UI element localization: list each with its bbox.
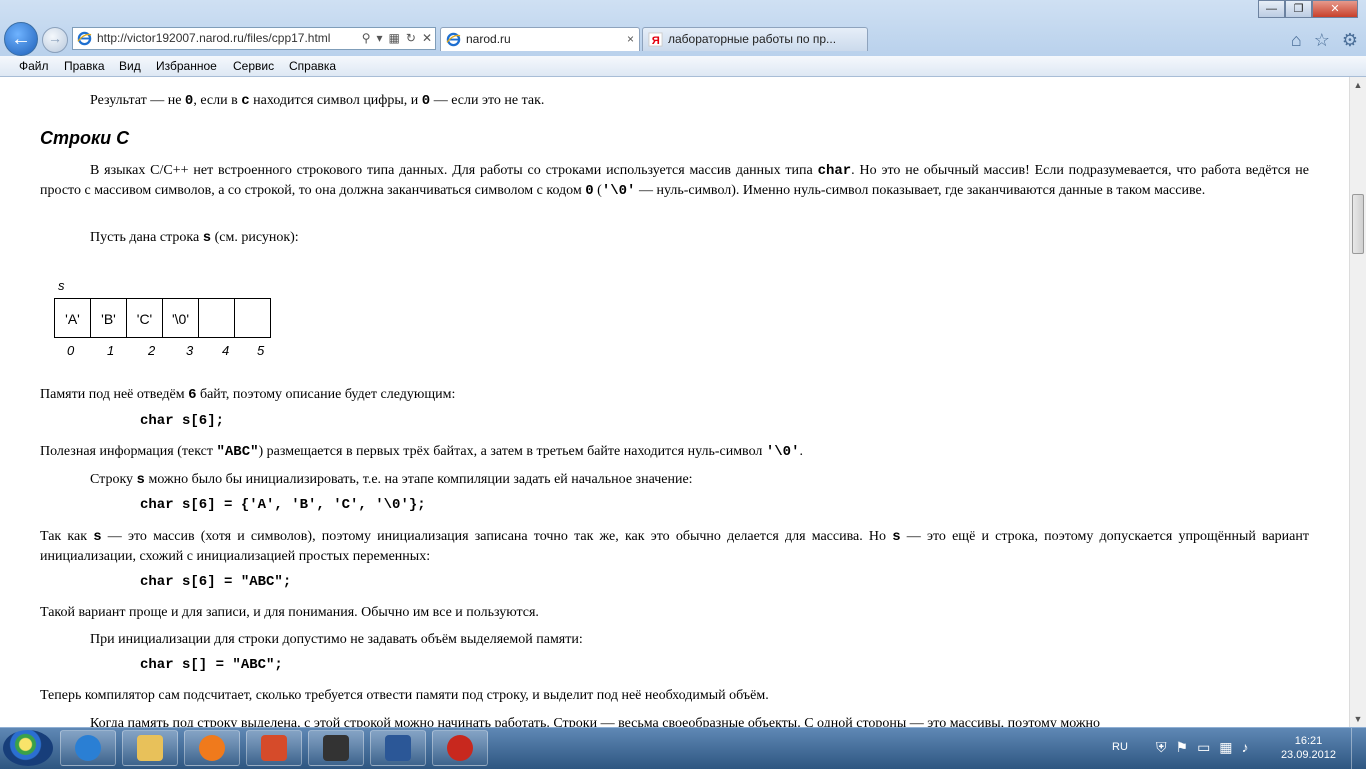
clock-date: 23.09.2012 xyxy=(1280,749,1336,761)
compat-view-icon[interactable]: ▦ xyxy=(389,28,400,49)
menu-bar: Файл Правка Вид Избранное Сервис Справка xyxy=(0,56,1366,77)
device-icon[interactable]: ▭ xyxy=(1197,739,1210,756)
refresh-icon[interactable]: ↻ xyxy=(406,28,416,49)
clock[interactable]: 16:21 23.09.2012 xyxy=(1281,734,1336,762)
page-content: Результат — не 0, если в c находится сим… xyxy=(0,77,1349,727)
window-controls: — ❐ ✕ xyxy=(1258,0,1358,18)
taskbar-app[interactable] xyxy=(184,730,240,766)
paragraph-since-s: Так как s — это массив (хотя и символов)… xyxy=(40,529,1309,564)
tab-narod[interactable]: narod.ru × xyxy=(440,27,640,51)
array-index: 5 xyxy=(257,343,265,358)
svg-text:Я: Я xyxy=(652,35,660,47)
arrow-right-icon: → xyxy=(48,32,62,47)
stop-icon[interactable]: ✕ xyxy=(422,28,432,49)
menu-favorites[interactable]: Избранное xyxy=(156,59,217,73)
paragraph-memory: Памяти под неё отведём 6 байт, поэтому о… xyxy=(40,387,456,403)
taskbar-app[interactable] xyxy=(246,730,302,766)
browser-toolbar-icons: ⌂ ☆ ⚙ xyxy=(1291,30,1358,51)
array-cell: '\0' xyxy=(162,298,199,338)
ie-tab-icon xyxy=(446,32,461,47)
minimize-button[interactable]: — xyxy=(1258,0,1285,18)
internet-explorer-icon xyxy=(75,735,101,761)
scroll-down-icon[interactable]: ▼ xyxy=(1350,711,1366,727)
array-index: 1 xyxy=(107,343,115,358)
paragraph-simpler: Такой вариант проще и для записи, и для … xyxy=(40,605,539,620)
search-icon[interactable]: ⚲ xyxy=(362,28,371,49)
paint-icon xyxy=(261,735,287,761)
menu-help[interactable]: Справка xyxy=(289,59,336,73)
array-cell: 'C' xyxy=(126,298,163,338)
dropdown-icon[interactable]: ▾ xyxy=(377,28,383,49)
star-icon[interactable]: ☆ xyxy=(1314,30,1330,51)
arrow-left-icon: ← xyxy=(11,27,31,50)
ie-page-icon xyxy=(77,31,92,46)
system-tray: RU ⛨ ⚑ ▭ ▦ ♪ 16:21 23.09.2012 xyxy=(1086,728,1366,769)
shield-icon[interactable]: ⛨ xyxy=(1156,739,1167,756)
paragraph-result: Результат — не 0, если в c находится сим… xyxy=(90,93,545,109)
paragraph-given-string: Пусть дана строка s (см. рисунок): xyxy=(90,230,299,246)
array-cell: 'B' xyxy=(90,298,127,338)
code-unsized-init: char s[] = "ABC"; xyxy=(140,657,283,673)
code-string-init: char s[6] = "ABC"; xyxy=(140,574,292,590)
paragraph-no-size: При инициализации для строки допустимо н… xyxy=(90,632,583,647)
flag-icon[interactable]: ⚑ xyxy=(1176,739,1189,756)
paragraph-intro: В языках C/C++ нет встроенного строковог… xyxy=(40,163,1309,199)
address-url[interactable]: http://victor192007.narod.ru/files/cpp17… xyxy=(97,28,330,49)
array-index: 4 xyxy=(222,343,230,358)
array-cell xyxy=(198,298,235,338)
figure-label: s xyxy=(58,278,65,293)
media-player-icon xyxy=(199,735,225,761)
menu-file[interactable]: Файл xyxy=(19,59,49,73)
code-declaration: char s[6]; xyxy=(140,413,225,429)
red-app-icon xyxy=(447,735,473,761)
word-icon xyxy=(385,735,411,761)
address-bar[interactable]: http://victor192007.narod.ru/files/cpp17… xyxy=(72,27,436,50)
language-indicator[interactable]: RU xyxy=(1112,741,1128,753)
show-desktop-button[interactable] xyxy=(1351,728,1366,769)
start-button[interactable] xyxy=(3,730,53,766)
maximize-button[interactable]: ❐ xyxy=(1285,0,1312,18)
network-icon[interactable]: ▦ xyxy=(1219,739,1232,756)
code-array-init: char s[6] = {'A', 'B', 'C', '\0'}; xyxy=(140,497,426,513)
scroll-up-icon[interactable]: ▲ xyxy=(1350,77,1366,93)
array-index: 3 xyxy=(186,343,194,358)
gear-icon[interactable]: ⚙ xyxy=(1342,30,1358,51)
forward-button[interactable]: → xyxy=(42,27,68,53)
close-button[interactable]: ✕ xyxy=(1312,0,1358,18)
array-cell xyxy=(234,298,271,338)
section-heading: Строки С xyxy=(40,128,130,148)
media-center-icon xyxy=(323,735,349,761)
paragraph-initialize: Строку s можно было бы инициализировать,… xyxy=(90,472,693,488)
paragraph-cut-off: Когда память под строку выделена, с этой… xyxy=(90,716,1101,727)
taskbar-app[interactable] xyxy=(432,730,488,766)
array-cell: 'A' xyxy=(54,298,91,338)
paragraph-useful-info: Полезная информация (текст "ABC") размещ… xyxy=(40,444,803,460)
tab-yandex[interactable]: Я лабораторные работы по пр... xyxy=(642,27,868,51)
tab-close-icon[interactable]: × xyxy=(627,28,634,50)
file-explorer-icon xyxy=(137,735,163,761)
menu-edit[interactable]: Правка xyxy=(64,59,105,73)
taskbar: RU ⛨ ⚑ ▭ ▦ ♪ 16:21 23.09.2012 xyxy=(0,727,1366,769)
taskbar-app[interactable] xyxy=(308,730,364,766)
taskbar-app[interactable] xyxy=(370,730,426,766)
taskbar-app[interactable] xyxy=(122,730,178,766)
array-index: 2 xyxy=(148,343,156,358)
scroll-thumb[interactable] xyxy=(1352,194,1364,254)
string-array-figure: 'A' 'B' 'C' '\0' xyxy=(54,298,271,338)
tab-label: лабораторные работы по пр... xyxy=(668,32,837,46)
volume-icon[interactable]: ♪ xyxy=(1242,739,1249,756)
back-button[interactable]: ← xyxy=(4,22,38,56)
menu-view[interactable]: Вид xyxy=(119,59,141,73)
paragraph-compiler: Теперь компилятор сам подсчитает, скольк… xyxy=(40,688,769,703)
yandex-icon: Я xyxy=(648,32,663,47)
taskbar-app[interactable] xyxy=(60,730,116,766)
array-index: 0 xyxy=(67,343,75,358)
browser-title-bar: ← → http://victor192007.narod.ru/files/c… xyxy=(0,0,1366,56)
clock-time: 16:21 xyxy=(1294,735,1323,747)
menu-tools[interactable]: Сервис xyxy=(233,59,274,73)
tab-label: narod.ru xyxy=(466,32,511,46)
home-icon[interactable]: ⌂ xyxy=(1291,30,1302,51)
vertical-scrollbar[interactable]: ▲ ▼ xyxy=(1349,77,1366,727)
